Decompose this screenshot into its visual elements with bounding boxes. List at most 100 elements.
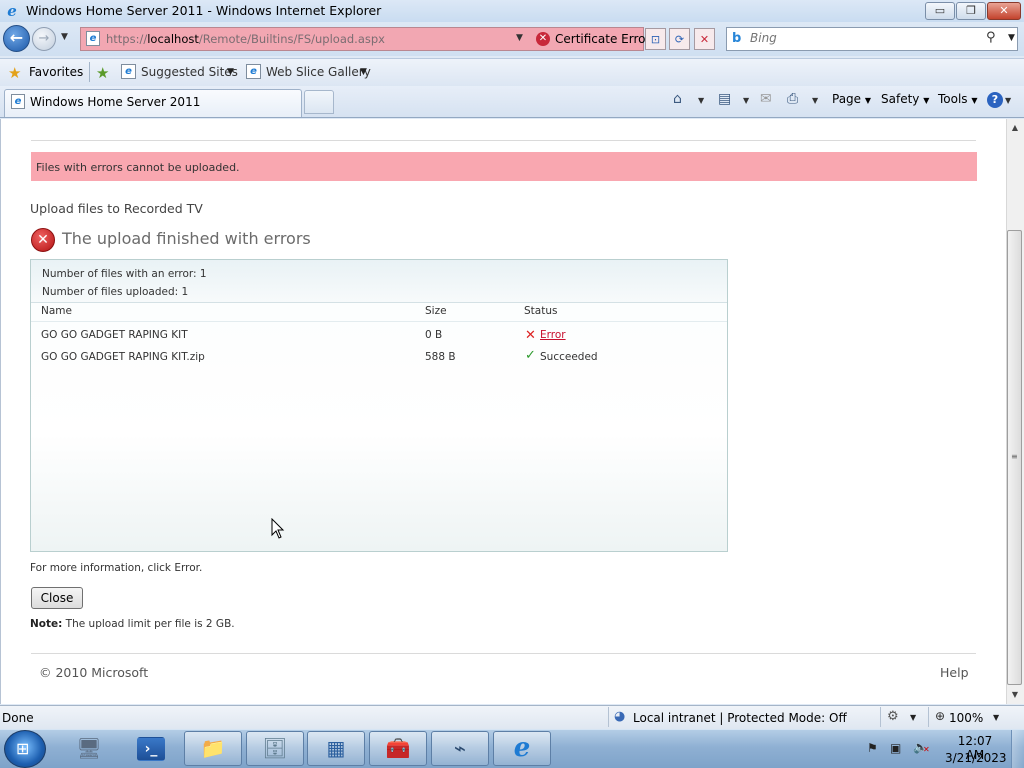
error-link[interactable]: Error [540,329,566,341]
top-divider [31,140,976,141]
search-icon[interactable]: ⚲ [986,30,996,45]
close-button[interactable]: Close [31,587,83,609]
address-dropdown-icon[interactable]: ▼ [516,33,523,43]
safety-menu[interactable]: Safety ▼ [881,92,929,106]
suggested-sites-icon: e [121,64,136,79]
success-status: Succeeded [540,351,598,363]
back-button[interactable]: ← [3,25,30,52]
windows-explorer-icon[interactable]: 📁 [184,731,242,766]
clock-date[interactable]: 3/21/2023 [945,751,1007,765]
favorites-separator [89,62,90,82]
dashboard-icon[interactable]: ▦ [307,731,365,766]
column-header-name: Name [41,305,72,317]
refresh-icon[interactable]: ⟳ [669,28,690,50]
web-slice-gallery-icon: e [246,64,261,79]
mouse-cursor-icon [271,518,285,539]
note-body: The upload limit per file is 2 GB. [62,618,235,630]
minimize-button[interactable]: ▭ [925,2,955,20]
footer-divider [31,653,976,654]
stop-icon[interactable]: ✕ [694,28,715,50]
print-icon[interactable]: ⎙ [787,91,798,107]
feeds-icon[interactable]: ▤ [718,91,731,107]
page-menu[interactable]: Page ▼ [832,92,871,106]
network-tool-icon[interactable]: ⌁ [431,731,489,766]
add-to-favorites-icon[interactable]: ★ [96,64,109,82]
favorites-star-icon[interactable]: ★ [8,64,21,82]
compatibility-view-icon[interactable]: ⊡ [645,28,666,50]
security-zone-text[interactable]: Local intranet | Protected Mode: Off [633,711,847,725]
read-mail-icon[interactable]: ✉ [760,91,772,107]
web-slice-gallery-dropdown-icon[interactable]: ▼ [360,67,367,77]
internet-explorer-icon[interactable]: e [493,731,551,766]
error-status-icon: ✕ [31,228,55,252]
intranet-zone-icon: ◕ [614,709,626,724]
scroll-up-arrow-icon[interactable]: ▲ [1007,120,1023,136]
show-desktop-button[interactable] [1011,730,1024,768]
bing-icon: b [732,31,742,46]
zoom-dropdown-icon[interactable]: ▼ [993,713,999,722]
action-center-flag-icon[interactable]: ⚑ [867,741,878,755]
row-size: 588 B [425,351,456,363]
search-options-dropdown-icon[interactable]: ▼ [1008,33,1015,43]
upload-heading: Upload files to Recorded TV [30,201,203,216]
error-x-icon: ✕ [525,328,536,343]
status-separator [880,707,881,727]
zoom-level[interactable]: 100% [949,711,983,725]
summary-uploaded-count: Number of files uploaded: 1 [42,286,189,298]
ie-app-icon: e [7,2,17,20]
suggested-sites-dropdown-icon[interactable]: ▼ [227,67,234,77]
safety-menu-label: Safety [881,92,920,106]
tab-page-icon: e [11,94,25,109]
search-input[interactable] [750,31,980,45]
status-separator [608,707,609,727]
home-icon[interactable]: ⌂ [673,91,682,107]
note-label: Note: [30,618,63,630]
network-tray-icon[interactable]: ▣ [890,741,901,755]
feeds-dropdown-icon[interactable]: ▼ [743,96,749,105]
help-dropdown-icon[interactable]: ▼ [1005,96,1011,105]
powershell-icon[interactable]: ›_ [137,737,165,761]
scroll-grip-icon: ≡ [1011,452,1018,461]
tools-menu[interactable]: Tools ▼ [938,92,978,106]
tab-label[interactable]: Windows Home Server 2011 [30,95,200,109]
web-slice-gallery-link[interactable]: Web Slice Gallery [266,65,371,79]
more-info-text: For more information, click Error. [30,562,203,574]
help-link[interactable]: Help [940,665,969,680]
suggested-sites-link[interactable]: Suggested Sites [141,65,238,79]
favorites-button[interactable]: Favorites [29,65,83,79]
success-check-icon: ✓ [525,348,536,363]
help-icon[interactable]: ? [987,92,1003,108]
page-menu-dropdown-icon: ▼ [864,96,872,105]
safety-menu-dropdown-icon: ▼ [923,96,930,105]
print-dropdown-icon[interactable]: ▼ [812,96,818,105]
close-window-button[interactable]: ✕ [987,2,1021,20]
address-path: /Remote/Builtins/FS/upload.aspx [198,32,385,46]
header-divider [31,321,727,322]
page-menu-label: Page [832,92,862,106]
copyright-text: © 2010 Microsoft [39,665,149,680]
popup-blocker-icon[interactable]: ⚙ [887,709,899,724]
new-tab-button[interactable] [304,90,334,114]
home-dropdown-icon[interactable]: ▼ [698,96,704,105]
status-text: Done [2,711,34,725]
zoom-icon[interactable]: ⊕ [935,709,945,723]
certificate-error-button[interactable]: Certificate Error [555,32,650,46]
status-title: The upload finished with errors [62,229,311,248]
row-name: GO GO GADGET RAPING KIT.zip [41,351,205,363]
popup-blocker-dropdown-icon[interactable]: ▼ [910,713,916,722]
page-icon: e [86,31,100,46]
maximize-button[interactable]: ❐ [956,2,986,20]
address-prefix: https:// [106,32,148,46]
toolbox-icon[interactable]: 🧰 [369,731,427,766]
forward-button[interactable]: → [32,27,56,51]
column-header-status: Status [524,305,558,317]
backup-tool-icon[interactable]: 🗄 [246,731,304,766]
certificate-error-icon[interactable]: ✕ [536,32,550,46]
status-bar [0,705,1024,729]
recent-pages-dropdown-icon[interactable]: ▼ [61,32,68,42]
scroll-down-arrow-icon[interactable]: ▼ [1007,687,1023,703]
row-size: 0 B [425,329,443,341]
server-manager-icon[interactable]: 🖥 [60,731,118,766]
row-name: GO GO GADGET RAPING KIT [41,329,188,341]
address-url[interactable]: https://localhost/Remote/Builtins/FS/upl… [106,32,385,46]
